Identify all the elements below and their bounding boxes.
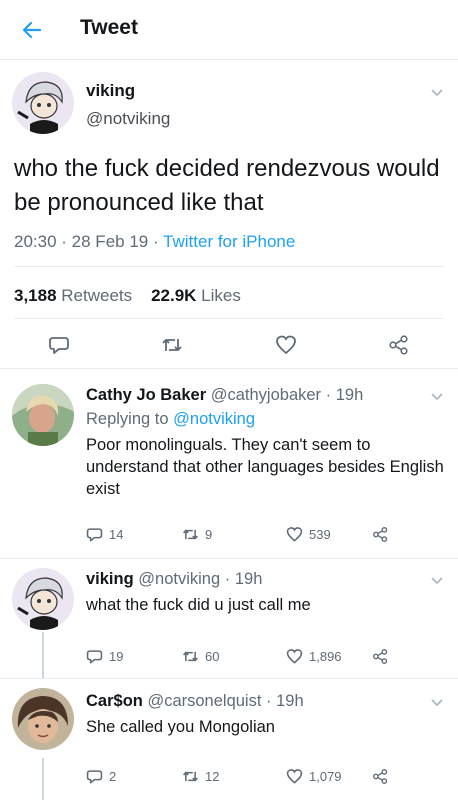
reply-icon[interactable] (48, 334, 70, 356)
like-count: 1,079 (309, 769, 342, 784)
retweet-action[interactable]: 12 (182, 768, 219, 785)
retweet-count: 60 (205, 649, 220, 664)
reply-action[interactable]: 2 (86, 768, 116, 785)
meta-separator: · (224, 570, 235, 588)
chevron-down-icon[interactable] (430, 392, 444, 402)
like-icon[interactable] (275, 334, 297, 356)
like-action[interactable]: 1,079 (286, 768, 342, 785)
divider (14, 266, 444, 267)
reply-count: 14 (109, 527, 124, 542)
thread-line (42, 632, 44, 678)
reply-header: Cathy Jo Baker @cathyjobaker · 19h (86, 386, 363, 405)
share-action[interactable] (372, 648, 389, 665)
meta-separator: · (152, 232, 164, 251)
chevron-down-icon[interactable] (430, 88, 444, 98)
like-action[interactable]: 539 (286, 526, 331, 543)
divider (14, 318, 444, 319)
chevron-down-icon[interactable] (430, 698, 444, 708)
retweet-count[interactable]: 3,188 (14, 286, 57, 305)
reply-count: 2 (109, 769, 117, 784)
tweet-source[interactable]: Twitter for iPhone (163, 232, 295, 251)
back-arrow-icon[interactable] (20, 18, 44, 42)
reply-age: 19h (234, 570, 263, 588)
retweet-action[interactable]: 9 (182, 526, 212, 543)
author-handle[interactable]: @cathyjobaker (211, 386, 321, 404)
like-icon[interactable] (286, 768, 303, 785)
like-label: Likes (201, 286, 241, 305)
share-icon[interactable] (372, 648, 389, 665)
meta-separator: · (266, 692, 277, 710)
retweet-count: 9 (205, 527, 213, 542)
reply-text: Poor monolinguals. They can't seem to un… (86, 436, 444, 498)
author-name[interactable]: viking (86, 570, 134, 588)
thread-line (42, 758, 44, 800)
reply-icon[interactable] (86, 648, 103, 665)
tweet-date: 28 Feb 19 (71, 232, 149, 251)
author-handle[interactable]: @notviking (138, 570, 220, 588)
like-icon[interactable] (286, 526, 303, 543)
avatar[interactable] (12, 384, 74, 446)
share-action[interactable] (372, 526, 389, 543)
tweet-text: who the fuck decided rendezvous would be… (14, 155, 440, 216)
share-icon[interactable] (388, 334, 410, 356)
chevron-down-icon[interactable] (430, 576, 444, 586)
author-name[interactable]: viking (86, 81, 135, 101)
share-icon[interactable] (372, 768, 389, 785)
reply-text: what the fuck did u just call me (86, 596, 311, 614)
retweet-icon[interactable] (182, 526, 199, 543)
reply-action[interactable]: 19 (86, 648, 123, 665)
like-count: 1,896 (309, 649, 342, 664)
tweet-actions (0, 334, 458, 362)
top-bar: Tweet (0, 0, 458, 60)
like-count: 539 (309, 527, 331, 542)
reply-icon[interactable] (86, 526, 103, 543)
retweet-action[interactable]: 60 (182, 648, 219, 665)
reply-age: 19h (276, 692, 304, 710)
reply-age: 19h (335, 386, 364, 404)
reply-tweet[interactable]: Cathy Jo Baker @cathyjobaker · 19h Reply… (0, 368, 458, 558)
share-action[interactable] (372, 768, 389, 785)
like-icon[interactable] (286, 648, 303, 665)
replying-prefix: Replying to (86, 410, 169, 428)
replying-to: Replying to @notviking (86, 410, 255, 429)
retweet-icon[interactable] (161, 334, 183, 356)
meta-separator: · (61, 232, 72, 251)
reply-header: viking @notviking · 19h (86, 570, 262, 589)
reply-count: 19 (109, 649, 124, 664)
reply-action[interactable]: 14 (86, 526, 123, 543)
tweet-stats: 3,188 Retweets 22.9K Likes (14, 286, 241, 306)
reply-icon[interactable] (86, 768, 103, 785)
replying-to-link[interactable]: @notviking (173, 410, 255, 428)
reply-actions: 2 12 1,079 (86, 768, 416, 788)
author-name[interactable]: Cathy Jo Baker (86, 386, 206, 404)
like-action[interactable]: 1,896 (286, 648, 342, 665)
tweet-meta: 20:30 · 28 Feb 19 · Twitter for iPhone (14, 232, 295, 252)
avatar[interactable] (12, 72, 74, 134)
reply-header: Car$on @carsonelquist · 19h (86, 692, 304, 711)
meta-separator: · (325, 386, 336, 404)
retweet-icon[interactable] (182, 768, 199, 785)
retweet-count: 12 (205, 769, 220, 784)
reply-actions: 19 60 1,896 (86, 648, 416, 668)
page-title: Tweet (80, 16, 138, 39)
reply-tweet[interactable]: Car$on @carsonelquist · 19h She called y… (0, 678, 458, 800)
author-handle[interactable]: @carsonelquist (147, 692, 261, 710)
retweet-icon[interactable] (182, 648, 199, 665)
reply-actions: 14 9 539 (86, 526, 416, 546)
author-name[interactable]: Car$on (86, 692, 143, 710)
share-icon[interactable] (372, 526, 389, 543)
avatar[interactable] (12, 568, 74, 630)
reply-text: She called you Mongolian (86, 718, 275, 736)
avatar[interactable] (12, 688, 74, 750)
retweet-label: Retweets (61, 286, 133, 305)
like-count[interactable]: 22.9K (151, 286, 196, 305)
tweet-time: 20:30 (14, 232, 57, 251)
author-handle[interactable]: @notviking (86, 109, 170, 129)
reply-tweet[interactable]: viking @notviking · 19h what the fuck di… (0, 558, 458, 678)
